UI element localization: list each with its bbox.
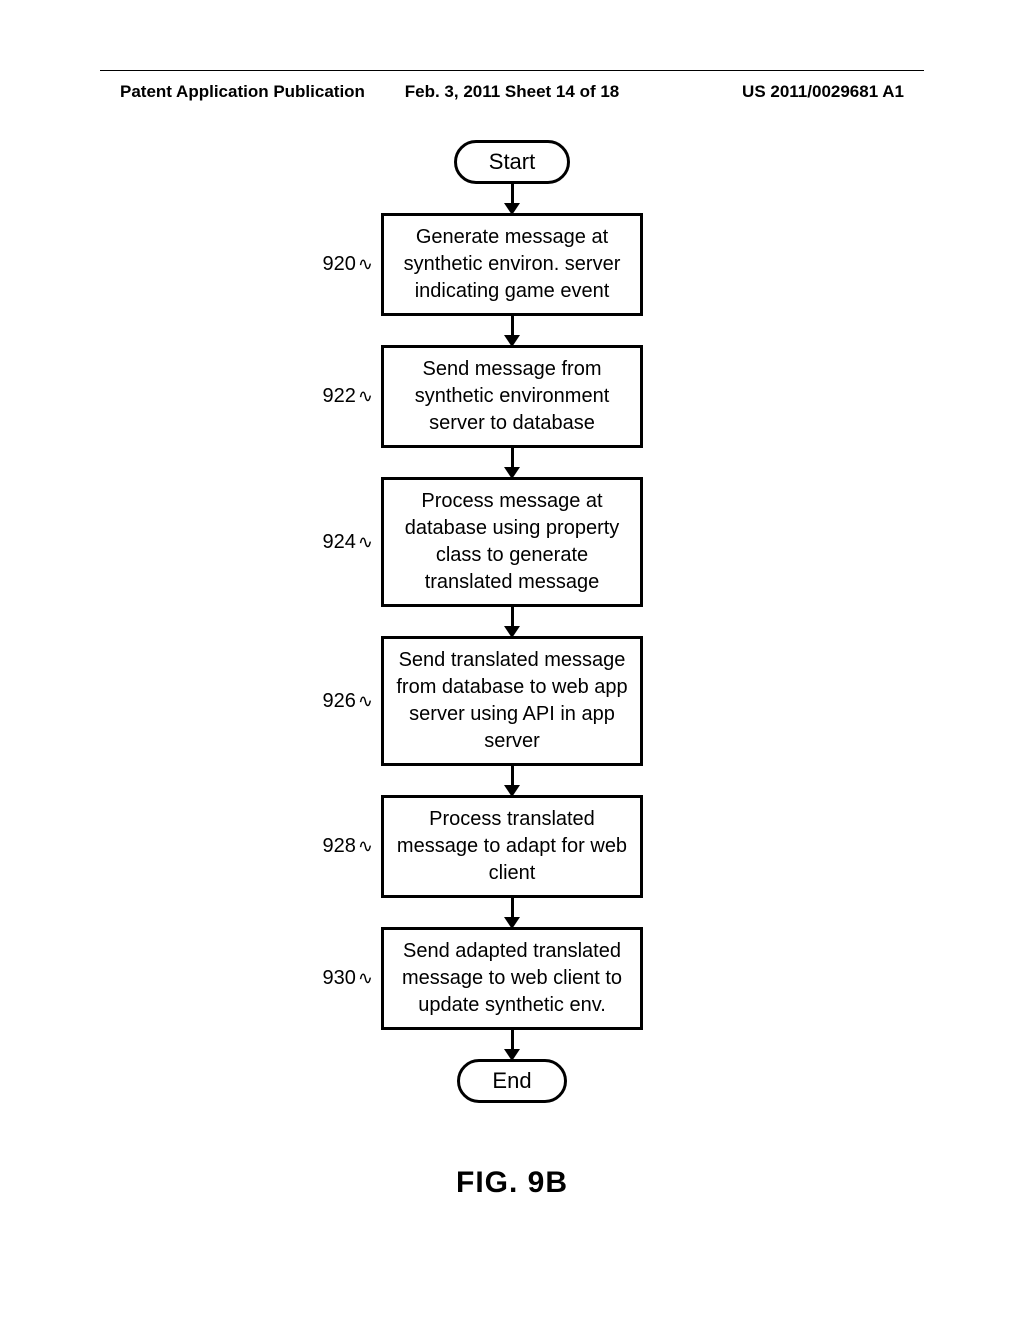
end-terminal: End [457,1059,566,1103]
flowchart: Start 920∿ Generate message at synthetic… [381,140,643,1103]
step-label-920: 920∿ [323,253,373,276]
process-box-920: Generate message at synthetic environ. s… [381,213,643,316]
step-label-928: 928∿ [323,835,373,858]
process-box-930: Send adapted translated message to web c… [381,927,643,1030]
figure-label: FIG. 9B [456,1166,568,1200]
process-box-922: Send message from synthetic environment … [381,345,643,448]
step-924: 924∿ Process message at database using p… [381,477,643,607]
step-label-922: 922∿ [323,385,373,408]
step-930: 930∿ Send adapted translated message to … [381,927,643,1030]
process-box-928: Process translated message to adapt for … [381,795,643,898]
arrow [504,314,520,347]
header-divider [100,70,924,71]
header-right: US 2011/0029681 A1 [742,82,904,102]
step-928: 928∿ Process translated message to adapt… [381,795,643,898]
end-label: End [492,1068,531,1093]
step-label-930: 930∿ [323,967,373,990]
arrow [504,896,520,929]
step-926: 926∿ Send translated message from databa… [381,636,643,766]
start-label: Start [489,149,535,174]
header-left: Patent Application Publication [120,82,365,102]
step-920: 920∿ Generate message at synthetic envir… [381,213,643,316]
arrow [504,182,520,215]
start-terminal: Start [454,140,570,184]
header-center: Feb. 3, 2011 Sheet 14 of 18 [405,82,620,102]
step-922: 922∿ Send message from synthetic environ… [381,345,643,448]
arrow [504,605,520,638]
arrow [504,1028,520,1061]
arrow [504,446,520,479]
step-label-924: 924∿ [323,531,373,554]
process-box-924: Process message at database using proper… [381,477,643,607]
arrow [504,764,520,797]
step-label-926: 926∿ [323,690,373,713]
process-box-926: Send translated message from database to… [381,636,643,766]
page-header: Patent Application Publication Feb. 3, 2… [0,82,1024,102]
